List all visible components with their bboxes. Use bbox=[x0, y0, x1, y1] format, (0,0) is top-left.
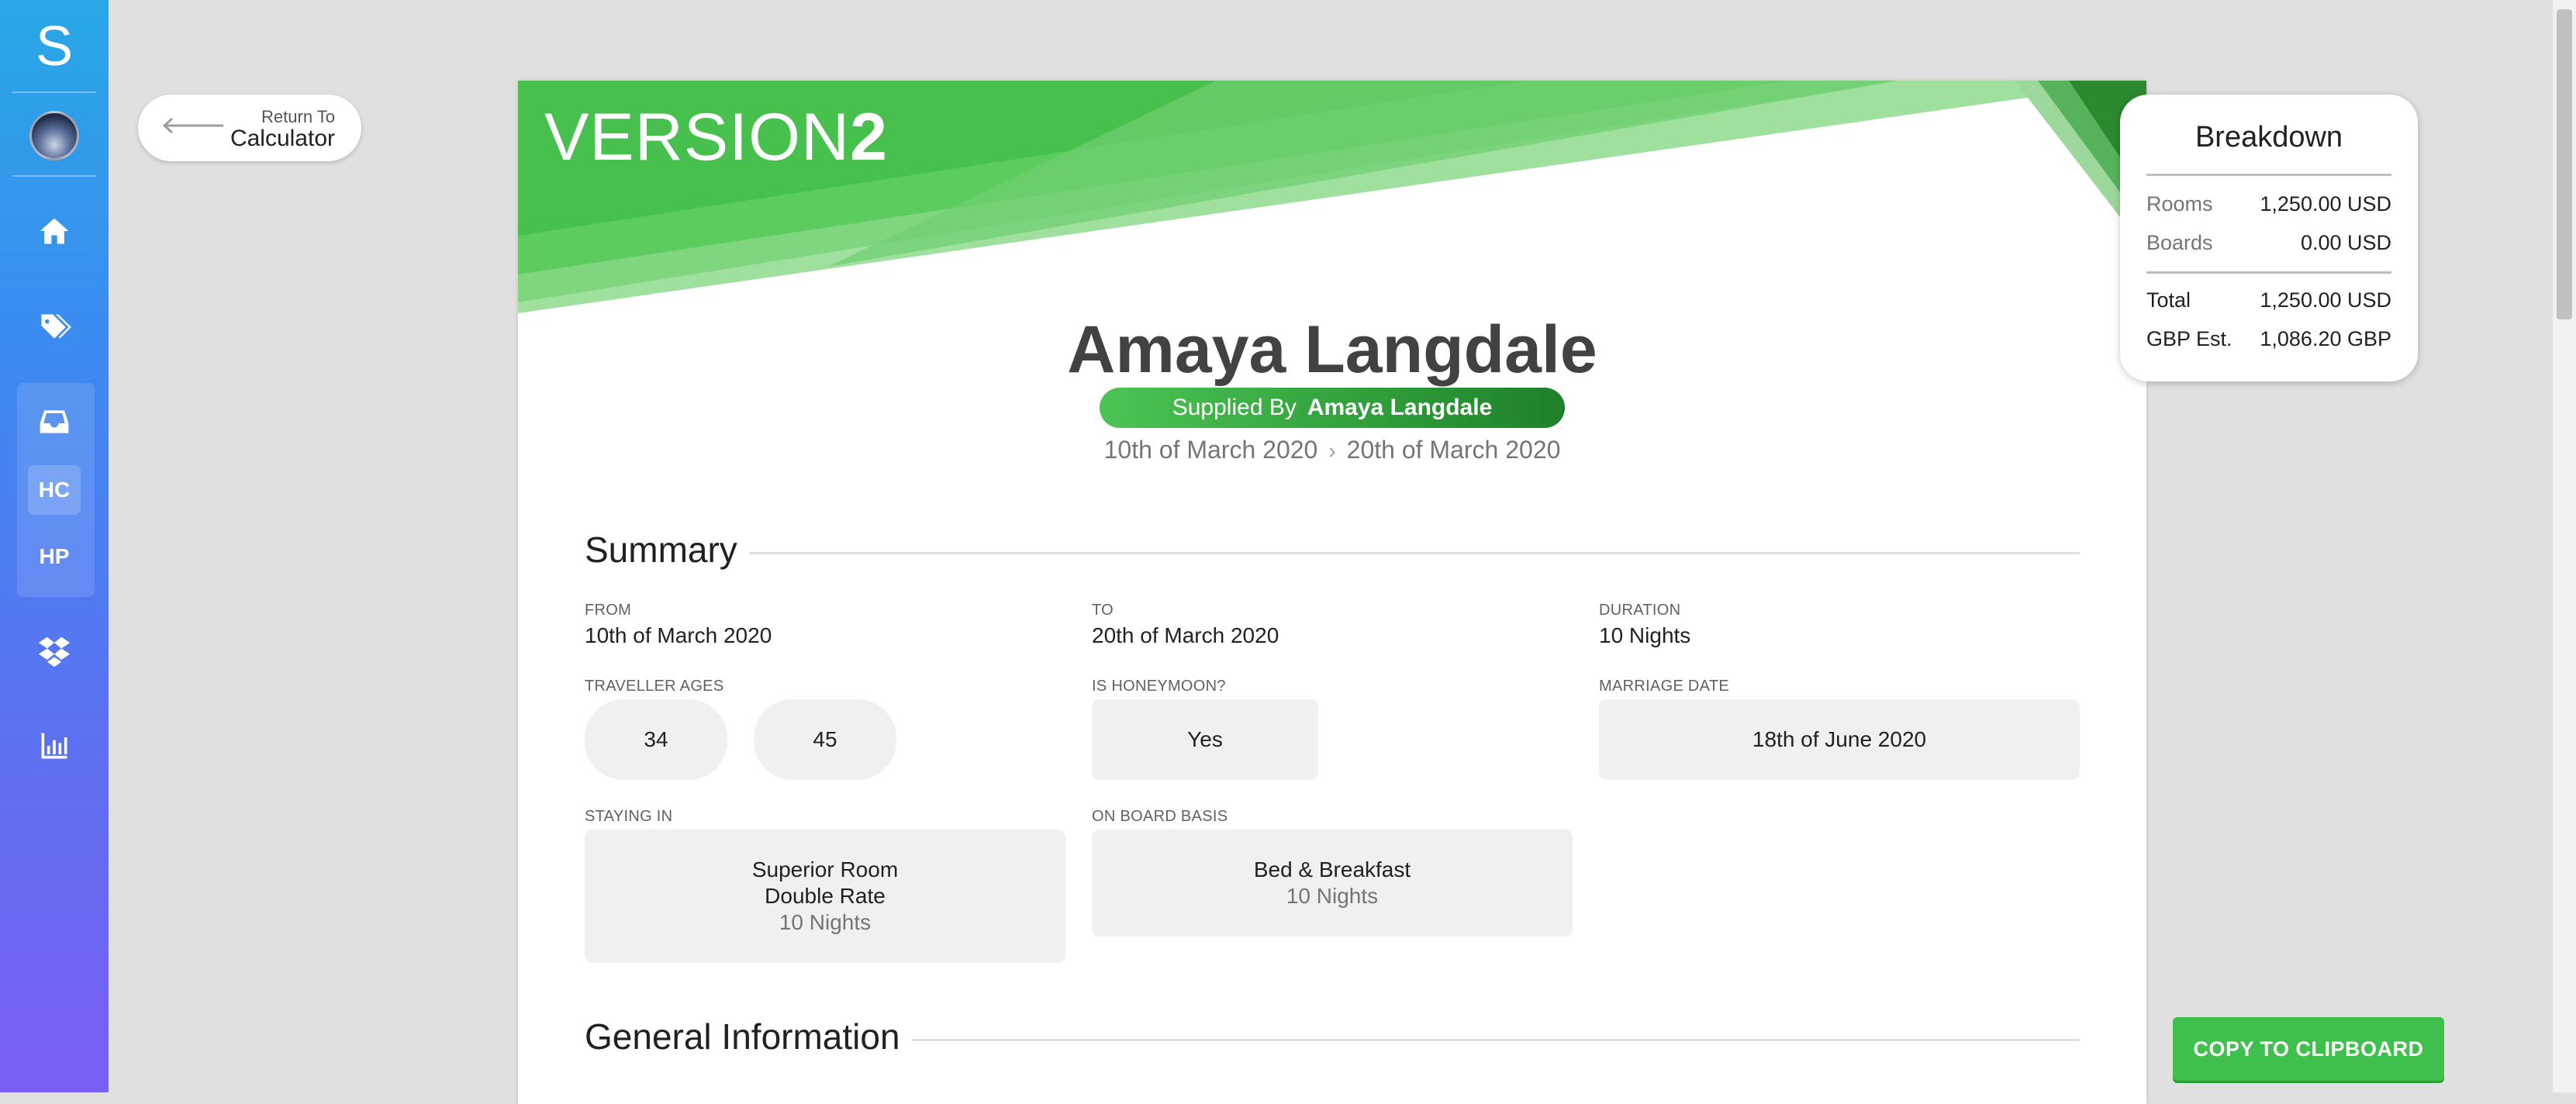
boards-value: 0.00 USD bbox=[2300, 231, 2391, 254]
return-label-big: Calculator bbox=[230, 126, 335, 151]
date-from: 10th of March 2020 bbox=[1103, 436, 1318, 464]
room-rate: Double Rate bbox=[765, 884, 886, 908]
bar-chart-icon bbox=[41, 733, 67, 759]
app-logo[interactable]: S bbox=[0, 0, 109, 93]
home-icon bbox=[40, 218, 69, 244]
client-name: Amaya Langdale bbox=[1067, 312, 1597, 387]
board-name: Bed & Breakfast bbox=[1253, 857, 1411, 881]
sidebar: S HC HP bbox=[0, 0, 109, 1092]
staying-in-label: Staying In bbox=[585, 808, 673, 825]
breakdown-panel: Breakdown Rooms 1,250.00 USD Boards 0.00… bbox=[2120, 95, 2418, 381]
sidebar-item-hc[interactable]: HC bbox=[28, 465, 81, 515]
rooms-label: Rooms bbox=[2146, 192, 2213, 216]
supplied-by-label: Supplied By bbox=[1172, 395, 1297, 420]
copy-to-clipboard-button[interactable]: COPY TO CLIPBOARD bbox=[2173, 1017, 2444, 1081]
board-box: Bed & Breakfast 10 Nights bbox=[1092, 830, 1573, 937]
chevron-right-icon: › bbox=[1328, 439, 1336, 463]
version-text: VERSION bbox=[544, 100, 851, 174]
scrollbar-thumb[interactable] bbox=[2557, 9, 2572, 319]
date-range: 10th of March 2020 › 20th of March 2020 bbox=[518, 436, 2146, 464]
arrow-left-icon bbox=[162, 117, 223, 134]
return-label-small: Return To bbox=[261, 107, 335, 126]
quote-card: VERSION2 Amaya Langdale Supplied By Amay… bbox=[518, 81, 2146, 1104]
honeymoon-value: Yes bbox=[1092, 699, 1318, 780]
version-logo: VERSION2 bbox=[544, 99, 888, 176]
dropbox-icon bbox=[38, 637, 71, 668]
gbp-estimate-label: GBP Est. bbox=[2146, 327, 2232, 350]
from-label: From bbox=[585, 602, 632, 619]
summary-divider bbox=[749, 552, 2080, 554]
marriage-date-value: 18th of June 2020 bbox=[1599, 699, 2080, 780]
to-value: 20th of March 2020 bbox=[1092, 623, 1279, 647]
room-nights: 10 Nights bbox=[779, 910, 872, 934]
sidebar-item-dropbox[interactable] bbox=[0, 620, 109, 682]
supplied-by-name: Amaya Langdale bbox=[1307, 395, 1493, 420]
date-to: 20th of March 2020 bbox=[1346, 436, 1561, 464]
rooms-value: 1,250.00 USD bbox=[2260, 192, 2391, 216]
version-number: 2 bbox=[850, 100, 888, 174]
inbox-icon bbox=[40, 410, 69, 433]
breakdown-divider bbox=[2146, 174, 2391, 176]
avatar[interactable] bbox=[29, 111, 79, 160]
room-name: Superior Room bbox=[751, 857, 899, 881]
room-box: Superior Room Double Rate 10 Nights bbox=[585, 830, 1065, 963]
supplied-by-badge: Supplied By Amaya Langdale bbox=[1100, 388, 1565, 428]
total-value: 1,250.00 USD bbox=[2260, 288, 2391, 312]
honeymoon-label: Is Honeymoon? bbox=[1092, 678, 1226, 695]
duration-value: 10 Nights bbox=[1599, 623, 1691, 647]
sidebar-item-inbox[interactable] bbox=[0, 391, 109, 453]
gbp-estimate-value: 1,086.20 GBP bbox=[2260, 327, 2391, 350]
traveller-ages-label: Traveller Ages bbox=[585, 678, 724, 695]
total-label: Total bbox=[2146, 288, 2191, 312]
general-information-title: General Information bbox=[585, 1016, 900, 1057]
marriage-date-label: Marriage Date bbox=[1599, 678, 1729, 695]
duration-label: Duration bbox=[1599, 602, 1681, 619]
breakdown-row-boards: Boards 0.00 USD bbox=[2146, 231, 2391, 255]
breakdown-row-total: Total 1,250.00 USD bbox=[2146, 288, 2391, 312]
breakdown-divider bbox=[2146, 271, 2391, 274]
board-nights: 10 Nights bbox=[1286, 884, 1379, 908]
sidebar-divider bbox=[12, 91, 96, 93]
breakdown-title: Breakdown bbox=[2194, 121, 2343, 154]
boards-label: Boards bbox=[2146, 231, 2213, 254]
return-to-calculator-button[interactable]: Return To Calculator bbox=[138, 95, 361, 161]
sidebar-item-home[interactable] bbox=[0, 200, 109, 262]
tags-icon bbox=[41, 314, 71, 339]
board-basis-label: On Board Basis bbox=[1092, 808, 1228, 825]
from-value: 10th of March 2020 bbox=[585, 623, 772, 647]
general-information-divider bbox=[912, 1039, 2080, 1041]
sidebar-divider bbox=[12, 175, 96, 177]
sidebar-item-hp[interactable]: HP bbox=[28, 532, 81, 581]
traveller-age-badge: 34 bbox=[585, 699, 727, 780]
breakdown-row-rooms: Rooms 1,250.00 USD bbox=[2146, 192, 2391, 216]
breakdown-row-gbp: GBP Est. 1,086.20 GBP bbox=[2146, 327, 2391, 351]
sidebar-item-tags[interactable] bbox=[0, 296, 109, 358]
to-label: To bbox=[1092, 602, 1114, 619]
traveller-age-badge: 45 bbox=[754, 699, 896, 780]
sidebar-item-reports[interactable] bbox=[0, 715, 109, 777]
summary-title: Summary bbox=[585, 530, 737, 570]
